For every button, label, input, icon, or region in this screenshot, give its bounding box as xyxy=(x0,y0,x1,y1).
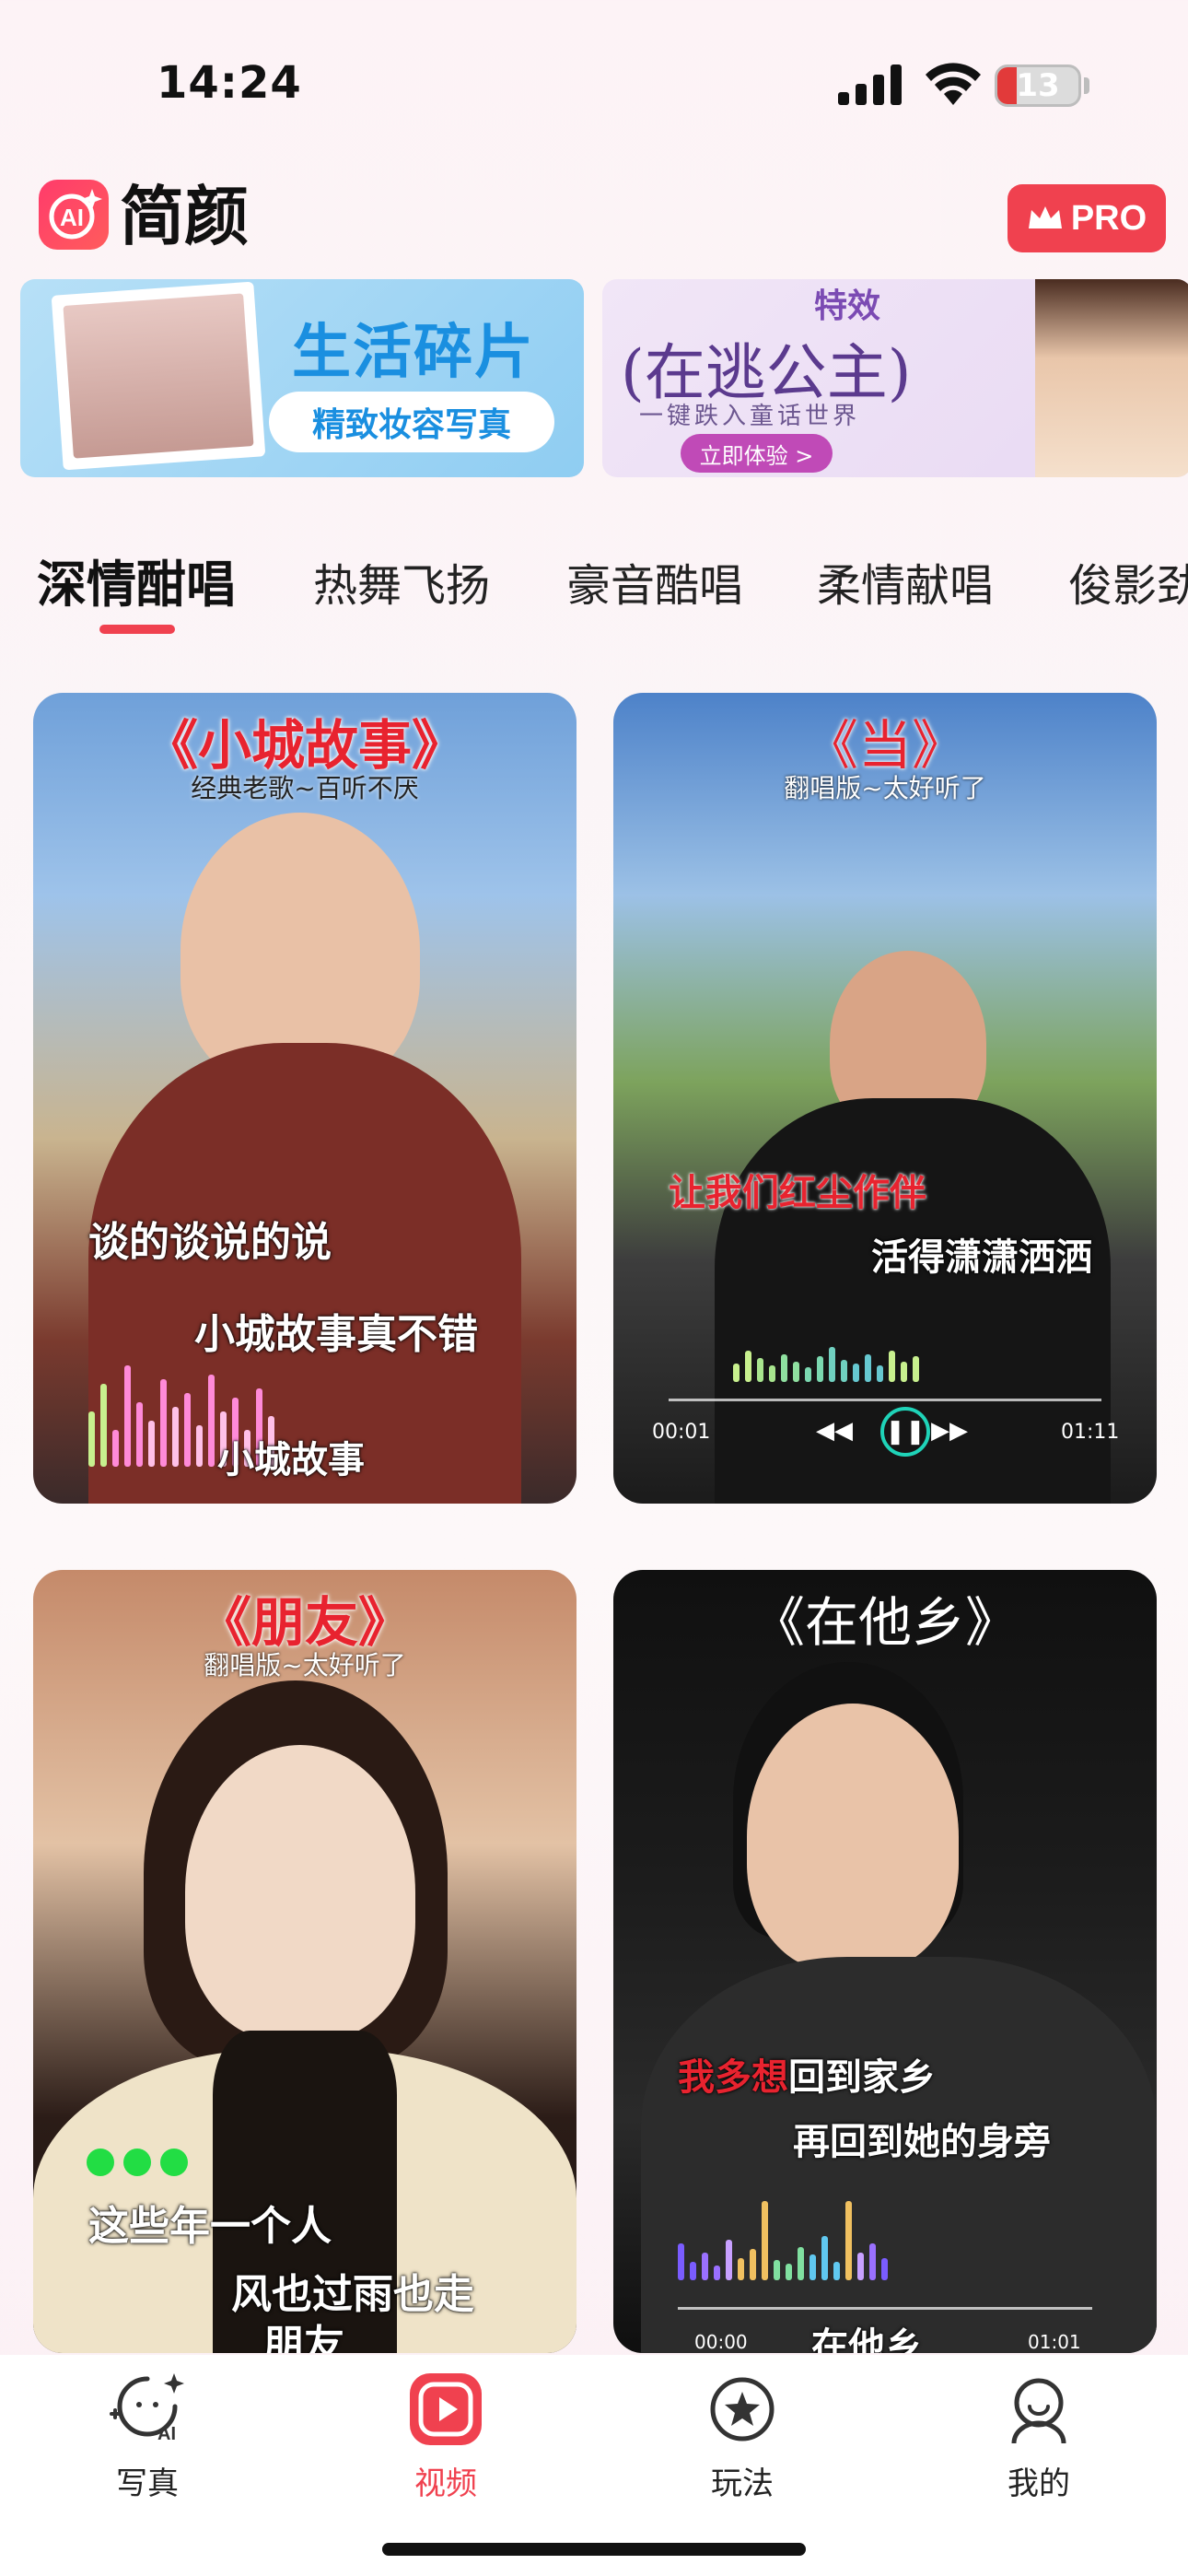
card-3-lyric-3: 朋友 xyxy=(263,2322,344,2353)
banner-2-button[interactable]: 立即体验 > xyxy=(681,434,833,473)
app-title: 简颜 xyxy=(120,179,249,254)
crown-icon xyxy=(1028,206,1062,228)
banner-2-character xyxy=(1035,279,1188,477)
app-logo-icon: AI xyxy=(39,180,109,250)
nav-label-play: 玩法 xyxy=(711,2465,774,2502)
singer-face xyxy=(747,1704,959,1971)
banner-life-fragments[interactable]: 生活碎片 精致妆容写真 xyxy=(20,279,584,477)
nav-label-portrait: 写真 xyxy=(116,2465,179,2502)
card-2-time-end: 01:11 xyxy=(1061,1421,1120,1444)
svg-text:AI: AI xyxy=(157,2424,176,2444)
battery-icon: 13 xyxy=(995,64,1081,107)
card-3-lyric-1: 这些年一个人 xyxy=(88,2203,332,2250)
tab-powerful-singing[interactable]: 豪音酷唱 xyxy=(566,549,743,614)
tab-tender-singing[interactable]: 柔情献唱 xyxy=(817,549,994,614)
banner-escaped-princess[interactable]: 特效 (在逃公主) 一键跌入童话世界 立即体验 > xyxy=(602,279,1188,477)
banner-2-effect: 特效 xyxy=(814,287,881,325)
pro-button[interactable]: PRO xyxy=(1007,184,1166,252)
countdown-dots xyxy=(87,2149,188,2176)
nav-item-play[interactable]: 玩法 xyxy=(659,2368,825,2503)
card-2-subtitle: 翻唱版~太好听了 xyxy=(784,773,986,803)
card-2-time-start: 00:01 xyxy=(652,1421,711,1444)
nav-item-video[interactable]: 视频 xyxy=(363,2368,529,2503)
banner-2-subtitle: 一键跌入童话世界 xyxy=(639,403,861,430)
next-icon: ▶▶ xyxy=(931,1417,968,1445)
banner-1-title: 生活碎片 xyxy=(292,319,535,387)
status-bar: 14:24 13 xyxy=(0,0,1188,175)
video-card-friend[interactable]: 《朋友》 翻唱版~太好听了 这些年一个人 风也过雨也走 朋友 xyxy=(33,1570,577,2353)
active-tab-indicator xyxy=(99,625,175,634)
video-card-dang[interactable]: 《当》 翻唱版~太好听了 让我们红尘作伴 活得潇潇洒洒 00:01 ◀◀ ❚❚ … xyxy=(613,693,1157,1504)
card-4-title: 《在他乡》 xyxy=(751,1591,1019,1654)
pro-label: PRO xyxy=(1070,198,1147,238)
card-4-time-end: 01:01 xyxy=(1028,2331,1081,2353)
tab-hot-dance[interactable]: 热舞飞扬 xyxy=(313,549,490,614)
home-indicator[interactable] xyxy=(382,2543,806,2556)
card-4-lyric-2: 再回到她的身旁 xyxy=(793,2121,1051,2163)
nav-label-video: 视频 xyxy=(414,2465,477,2502)
card-2-lyric-1: 让我们红尘作伴 xyxy=(669,1172,926,1214)
card-4-lyric-1: 我多想回到家乡 xyxy=(678,2056,936,2099)
star-circle-icon xyxy=(701,2368,784,2451)
previous-icon: ◀◀ xyxy=(816,1417,853,1445)
logo-text: AI xyxy=(60,204,84,231)
singer-face xyxy=(185,1745,415,2040)
card-1-subtitle: 经典老歌~百听不厌 xyxy=(191,773,419,803)
app-header: AI 简颜 PRO xyxy=(0,175,1188,276)
card-4-time-start: 00:00 xyxy=(694,2331,748,2353)
card-2-progress xyxy=(669,1399,1101,1401)
banner-1-pill: 精致妆容写真 xyxy=(269,392,554,452)
category-tabs: 深情酣唱 热舞飞扬 豪音酷唱 柔情献唱 俊影劲 xyxy=(0,544,1188,645)
battery-level: 13 xyxy=(1016,67,1060,104)
banner-photo xyxy=(51,281,266,471)
card-1-lyric-2: 小城故事真不错 xyxy=(194,1311,478,1358)
video-play-icon xyxy=(404,2368,487,2451)
cellular-signal-icon xyxy=(838,64,902,105)
nav-label-mine: 我的 xyxy=(1007,2465,1070,2502)
card-4-equalizer xyxy=(678,2201,888,2280)
video-card-small-town-story[interactable]: 《小城故事》 经典老歌~百听不厌 谈的谈说的说 小城故事真不错 小城故事 xyxy=(33,693,577,1504)
card-4-lyric-3: 在他乡 xyxy=(811,2325,922,2353)
nav-item-portrait[interactable]: AI 写真 xyxy=(64,2368,230,2503)
nav-item-mine[interactable]: 我的 xyxy=(956,2368,1122,2503)
wifi-icon xyxy=(926,63,981,105)
card-3-subtitle: 翻唱版~太好听了 xyxy=(204,1650,406,1680)
play-pause-icon: ❚❚ xyxy=(880,1407,930,1457)
card-1-lyric-1: 谈的谈说的说 xyxy=(88,1219,332,1266)
card-2-equalizer xyxy=(733,1347,919,1382)
tab-deep-singing[interactable]: 深情酣唱 xyxy=(37,544,236,616)
ai-face-icon: AI xyxy=(106,2368,189,2451)
profile-icon xyxy=(997,2368,1080,2451)
status-time: 14:24 xyxy=(157,57,302,109)
card-2-lyric-2: 活得潇潇洒洒 xyxy=(871,1236,1092,1279)
tab-handsome[interactable]: 俊影劲 xyxy=(1068,549,1188,614)
card-1-lyric-3: 小城故事 xyxy=(217,1439,365,1481)
card-4-progress xyxy=(678,2307,1092,2310)
video-card-in-foreign-land[interactable]: 《在他乡》 我多想回到家乡 再回到她的身旁 00:00 在他乡 01:01 xyxy=(613,1570,1157,2353)
